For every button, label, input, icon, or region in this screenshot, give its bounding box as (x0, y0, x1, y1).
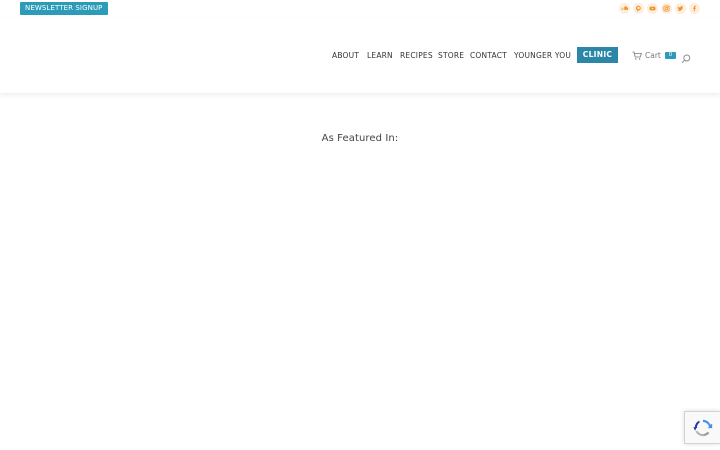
main-nav: ABOUT LEARN RECIPES STORE CONTACT YOUNGE… (0, 18, 720, 93)
cart-label: Cart (645, 50, 661, 60)
nav-item-learn[interactable]: LEARN (367, 51, 393, 60)
search-icon[interactable] (681, 49, 691, 64)
pinterest-icon[interactable] (633, 3, 644, 14)
nav-item-contact[interactable]: CONTACT (470, 51, 507, 60)
clinic-button[interactable]: CLINIC (577, 47, 618, 63)
cart-link[interactable]: Cart 0 (632, 49, 676, 61)
nav-item-recipes[interactable]: RECIPES (400, 51, 433, 60)
social-links (619, 3, 700, 14)
nav-item-younger-you[interactable]: YOUNGER YOU (514, 51, 571, 60)
nav-item-about[interactable]: ABOUT (332, 51, 359, 60)
nav-item-store[interactable]: STORE (438, 51, 464, 60)
newsletter-signup-button[interactable]: NEWSLETTER SIGNUP (20, 2, 108, 15)
cart-count-badge: 0 (664, 51, 676, 59)
featured-heading: As Featured In: (321, 133, 399, 144)
recaptcha-icon (692, 419, 712, 436)
top-bar: NEWSLETTER SIGNUP (0, 0, 720, 18)
instagram-icon[interactable] (661, 3, 672, 14)
soundcloud-icon[interactable] (619, 3, 630, 14)
cart-icon (632, 46, 642, 65)
site-header: ABOUT LEARN RECIPES STORE CONTACT YOUNGE… (0, 18, 720, 93)
youtube-icon[interactable] (647, 3, 658, 14)
recaptcha-badge[interactable] (684, 411, 720, 444)
twitter-icon[interactable] (675, 3, 686, 14)
facebook-icon[interactable] (689, 3, 700, 14)
